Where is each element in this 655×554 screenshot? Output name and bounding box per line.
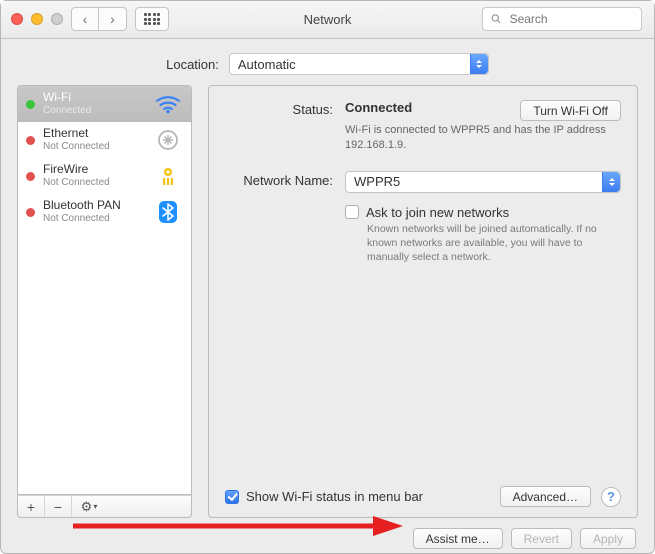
gear-icon: ⚙ <box>81 499 93 515</box>
status-label: Status: <box>225 100 333 153</box>
status-dot-icon <box>26 100 35 109</box>
updown-arrows-icon <box>470 54 488 74</box>
firewire-icon <box>153 163 183 189</box>
service-list[interactable]: Wi-Fi Connected Ethernet Not Connected <box>17 85 192 495</box>
service-status: Not Connected <box>43 177 145 189</box>
search-icon <box>491 13 502 25</box>
show-in-menubar-label: Show Wi-Fi status in menu bar <box>246 489 423 504</box>
service-item-bluetooth-pan[interactable]: Bluetooth PAN Not Connected <box>18 194 191 230</box>
network-name-dropdown[interactable]: WPPR5 <box>345 171 621 193</box>
service-actions-menu[interactable]: ⚙ ▾ <box>72 496 106 517</box>
network-name-label: Network Name: <box>225 171 333 193</box>
service-status: Not Connected <box>43 213 145 225</box>
titlebar: ‹ › Network <box>1 1 654 39</box>
revert-button[interactable]: Revert <box>511 528 572 549</box>
service-item-ethernet[interactable]: Ethernet Not Connected <box>18 122 191 158</box>
service-name: Wi-Fi <box>43 91 145 105</box>
checkbox-icon <box>225 490 239 504</box>
minus-icon: − <box>54 499 62 515</box>
status-description: Wi-Fi is connected to WPPR5 and has the … <box>345 123 615 153</box>
ask-to-join-label: Ask to join new networks <box>366 205 509 220</box>
ask-to-join-description: Known networks will be joined automatica… <box>367 222 621 265</box>
bluetooth-icon <box>153 199 183 225</box>
assist-me-button[interactable]: Assist me… <box>413 528 503 549</box>
advanced-button[interactable]: Advanced… <box>500 486 591 507</box>
wifi-icon <box>153 91 183 117</box>
network-name-value: WPPR5 <box>346 174 408 189</box>
search-field[interactable] <box>482 7 642 31</box>
location-row: Location: Automatic <box>1 39 654 85</box>
remove-service-button[interactable]: − <box>45 496 72 517</box>
apply-button[interactable]: Apply <box>580 528 636 549</box>
show-in-menubar-checkbox[interactable]: Show Wi-Fi status in menu bar <box>225 489 423 504</box>
checkbox-icon <box>345 205 359 219</box>
location-value: Automatic <box>230 57 304 72</box>
help-button[interactable]: ? <box>601 487 621 507</box>
service-name: Bluetooth PAN <box>43 199 145 213</box>
detail-pane: Status: Connected Turn Wi-Fi Off Wi-Fi i… <box>208 85 638 518</box>
service-item-wifi[interactable]: Wi-Fi Connected <box>18 86 191 122</box>
status-value: Connected <box>345 100 412 115</box>
status-dot-icon <box>26 136 35 145</box>
service-name: FireWire <box>43 163 145 177</box>
service-status: Connected <box>43 105 145 117</box>
updown-arrows-icon <box>602 172 620 192</box>
chevron-down-icon: ▾ <box>93 502 97 511</box>
location-label: Location: <box>166 57 219 72</box>
status-dot-icon <box>26 208 35 217</box>
ethernet-icon <box>153 127 183 153</box>
service-name: Ethernet <box>43 127 145 141</box>
plus-icon: + <box>27 499 35 515</box>
location-dropdown[interactable]: Automatic <box>229 53 489 75</box>
help-icon: ? <box>607 489 615 504</box>
footer: Assist me… Revert Apply <box>1 518 654 553</box>
service-item-firewire[interactable]: FireWire Not Connected <box>18 158 191 194</box>
service-status: Not Connected <box>43 141 145 153</box>
wifi-toggle-button[interactable]: Turn Wi-Fi Off <box>520 100 621 121</box>
search-input[interactable] <box>508 11 633 27</box>
status-dot-icon <box>26 172 35 181</box>
annotation-arrow-icon <box>73 514 403 538</box>
ask-to-join-checkbox[interactable]: Ask to join new networks <box>345 205 621 220</box>
add-service-button[interactable]: + <box>18 496 45 517</box>
service-list-toolbar: + − ⚙ ▾ <box>17 495 192 518</box>
